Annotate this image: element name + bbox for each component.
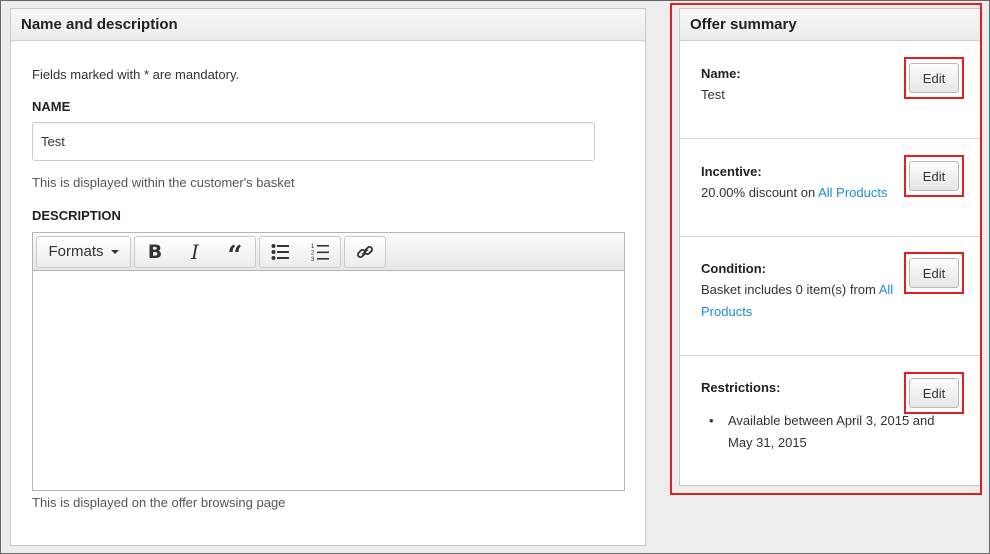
condition-text: Basket includes 0 item(s) from bbox=[701, 282, 879, 297]
edit-restrictions-button[interactable]: Edit bbox=[909, 378, 959, 408]
bullet-list-icon bbox=[271, 243, 289, 260]
svg-text:1: 1 bbox=[311, 244, 315, 250]
summary-name-section: Name: Test Edit bbox=[680, 41, 980, 139]
name-label: NAME bbox=[32, 99, 71, 114]
editor-content-area[interactable] bbox=[33, 271, 624, 490]
link-icon bbox=[357, 245, 373, 258]
link-button[interactable] bbox=[345, 237, 385, 267]
summary-restrictions-section: Restrictions: Available between April 3,… bbox=[680, 356, 980, 487]
incentive-text: 20.00% discount on bbox=[701, 185, 819, 200]
summary-incentive-value: 20.00% discount on All Products bbox=[701, 182, 911, 204]
editor-toolbar: Formats B I “ 1 2 3 bbox=[33, 233, 624, 271]
formats-label: Formats bbox=[48, 243, 104, 260]
bullet-list-button[interactable] bbox=[260, 237, 300, 267]
description-label: DESCRIPTION bbox=[32, 208, 121, 223]
formats-group: Formats bbox=[36, 235, 131, 268]
description-editor: Formats B I “ 1 2 3 bbox=[32, 232, 625, 491]
restrictions-list: Available between April 3, 2015 and May … bbox=[701, 410, 951, 454]
panel-heading: Offer summary bbox=[680, 9, 980, 41]
edit-incentive-button[interactable]: Edit bbox=[909, 161, 959, 191]
svg-text:3: 3 bbox=[311, 257, 315, 262]
summary-incentive-section: Incentive: 20.00% discount on All Produc… bbox=[680, 139, 980, 237]
chevron-down-icon bbox=[110, 249, 119, 254]
svg-text:2: 2 bbox=[311, 250, 315, 256]
blockquote-icon: “ bbox=[227, 240, 243, 271]
italic-icon: I bbox=[191, 239, 199, 264]
link-group bbox=[344, 235, 386, 268]
edit-condition-button[interactable]: Edit bbox=[909, 258, 959, 288]
numbered-list-icon: 1 2 3 bbox=[311, 244, 329, 262]
offer-summary-panel: Offer summary Name: Test Edit Incentive:… bbox=[679, 8, 981, 486]
summary-incentive-title: Incentive: bbox=[701, 164, 762, 179]
description-help-text: This is displayed on the offer browsing … bbox=[32, 495, 286, 510]
summary-name-title: Name: bbox=[701, 66, 741, 81]
restriction-item: Available between April 3, 2015 and May … bbox=[701, 410, 951, 454]
bold-icon: B bbox=[147, 240, 163, 263]
edit-name-button[interactable]: Edit bbox=[909, 63, 959, 93]
list-group: 1 2 3 bbox=[259, 235, 341, 268]
summary-condition-section: Condition: Basket includes 0 item(s) fro… bbox=[680, 237, 980, 356]
name-description-panel: Name and description Fields marked with … bbox=[10, 8, 646, 546]
summary-condition-title: Condition: bbox=[701, 261, 766, 276]
panel-heading: Name and description bbox=[11, 9, 645, 41]
italic-button[interactable]: I bbox=[175, 237, 215, 267]
summary-condition-value: Basket includes 0 item(s) from All Produ… bbox=[701, 279, 906, 323]
mandatory-note: Fields marked with * are mandatory. bbox=[32, 67, 240, 82]
blockquote-button[interactable]: “ bbox=[215, 237, 255, 271]
text-style-group: B I “ bbox=[134, 235, 256, 271]
name-input[interactable] bbox=[32, 122, 595, 161]
summary-restrictions-title: Restrictions: bbox=[701, 380, 781, 395]
incentive-products-link[interactable]: All Products bbox=[818, 185, 887, 200]
formats-dropdown[interactable]: Formats bbox=[37, 237, 130, 267]
numbered-list-button[interactable]: 1 2 3 bbox=[300, 237, 340, 267]
bold-button[interactable]: B bbox=[135, 237, 175, 267]
summary-name-value: Test bbox=[701, 87, 725, 102]
name-help-text: This is displayed within the customer's … bbox=[32, 175, 295, 190]
